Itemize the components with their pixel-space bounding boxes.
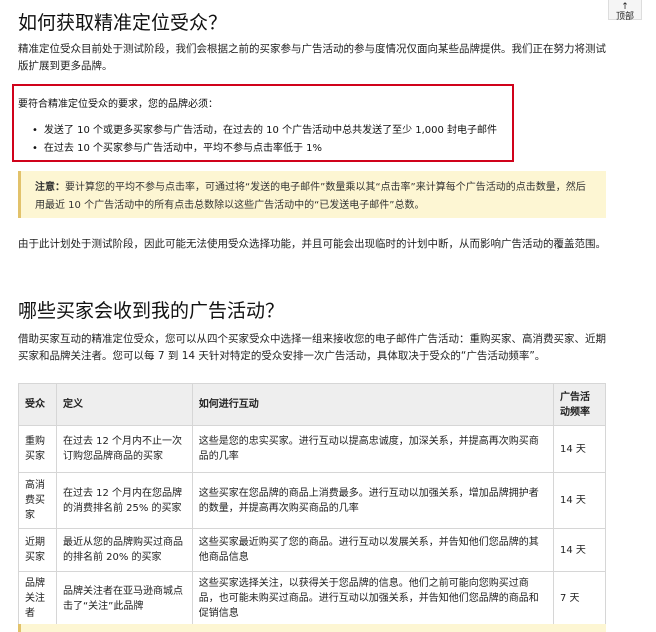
table-row: 近期买家 最近从您的品牌购买过商品的排名前 20% 的买家 这些买家最近购买了您… <box>18 528 606 572</box>
arrow-up-icon: ↑ <box>621 2 629 12</box>
table-row: 品牌关注者 品牌关注者在亚马逊商城点击了“关注”此品牌 这些买家选择关注，以获得… <box>18 571 606 626</box>
next-note-callout <box>18 624 606 632</box>
definition-cell: 在过去 12 个月内不止一次订购您品牌商品的买家 <box>55 425 193 473</box>
limitation-paragraph: 由于此计划处于测试阶段，因此可能无法使用受众选择功能，并且可能会出现临时的计划中… <box>18 238 606 250</box>
engagement-cell: 这些买家最近购买了您的商品。进行互动以发展关系，并告知他们您品牌的其他商品信息 <box>191 528 555 572</box>
definition-cell: 品牌关注者在亚马逊商城点击了“关注”此品牌 <box>55 571 193 626</box>
section-heading-audience: 哪些买家会收到我的广告活动？ <box>18 300 285 322</box>
note-label: 注意： <box>35 182 65 193</box>
engagement-cell: 这些是您的忠实买家。进行互动以提高忠诚度，加深关系，并提高再次购买商品的几率 <box>191 425 555 473</box>
intro-paragraph: 精准定位受众目前处于测试阶段，我们会根据之前的买家参与广告活动的参与度情况仅面向… <box>18 43 606 72</box>
definition-cell: 最近从您的品牌购买过商品的排名前 20% 的买家 <box>55 528 193 572</box>
audience-cell: 近期买家 <box>18 528 57 572</box>
back-to-top-label: 顶部 <box>615 12 634 22</box>
requirements-title: 要符合精准定位受众的要求，您的品牌必须： <box>18 99 218 110</box>
section-heading-eligibility: 如何获取精准定位受众？ <box>18 12 228 34</box>
table-header-row: 受众 定义 如何进行互动 广告活动频率 <box>18 383 606 426</box>
frequency-cell: 14 天 <box>553 472 606 529</box>
column-header: 广告活动频率 <box>553 383 606 426</box>
back-to-top-button[interactable]: ↑ 顶部 <box>608 0 642 22</box>
column-header: 如何进行互动 <box>191 383 555 426</box>
requirement-item: 在过去 10 个买家参与广告活动中，平均不参与点击率低于 1% <box>32 140 497 158</box>
table-row: 高消费买家 在过去 12 个月内在您品牌的消费排名前 25% 的买家 这些买家在… <box>18 472 606 529</box>
column-header: 定义 <box>55 383 193 426</box>
audience-table: 受众 定义 如何进行互动 广告活动频率 重购买家 在过去 12 个月内不止一次订… <box>18 383 606 626</box>
requirement-item: 发送了 10 个或更多买家参与广告活动，在过去的 10 个广告活动中总共发送了至… <box>32 122 497 140</box>
table-row: 重购买家 在过去 12 个月内不止一次订购您品牌商品的买家 这些是您的忠实买家。… <box>18 425 606 473</box>
requirements-list: 发送了 10 个或更多买家参与广告活动，在过去的 10 个广告活动中总共发送了至… <box>32 122 497 158</box>
engagement-cell: 这些买家在您品牌的商品上消费最多。进行互动以加强关系，增加品牌拥护者的数量，并提… <box>191 472 555 529</box>
audience-cell: 品牌关注者 <box>18 571 57 626</box>
note-callout: 注意：要计算您的平均不参与点击率，可通过将“发送的电子邮件”数量乘以其“点击率”… <box>18 171 606 218</box>
frequency-cell: 7 天 <box>553 571 606 626</box>
column-header: 受众 <box>18 383 57 426</box>
frequency-cell: 14 天 <box>553 528 606 572</box>
engagement-cell: 这些买家选择关注，以获得关于您品牌的信息。他们之前可能向您购买过商品，也可能未购… <box>191 571 555 626</box>
audience-cell: 高消费买家 <box>18 472 57 529</box>
audience-cell: 重购买家 <box>18 425 57 473</box>
note-text: 注意：要计算您的平均不参与点击率，可通过将“发送的电子邮件”数量乘以其“点击率”… <box>35 179 595 215</box>
frequency-cell: 14 天 <box>553 425 606 473</box>
definition-cell: 在过去 12 个月内在您品牌的消费排名前 25% 的买家 <box>55 472 193 529</box>
audience-description: 借助买家互动的精准定位受众，您可以从四个买家受众中选择一组来接收您的电子邮件广告… <box>18 333 606 362</box>
note-body: 要计算您的平均不参与点击率，可通过将“发送的电子邮件”数量乘以其“点击率”来计算… <box>35 182 586 211</box>
